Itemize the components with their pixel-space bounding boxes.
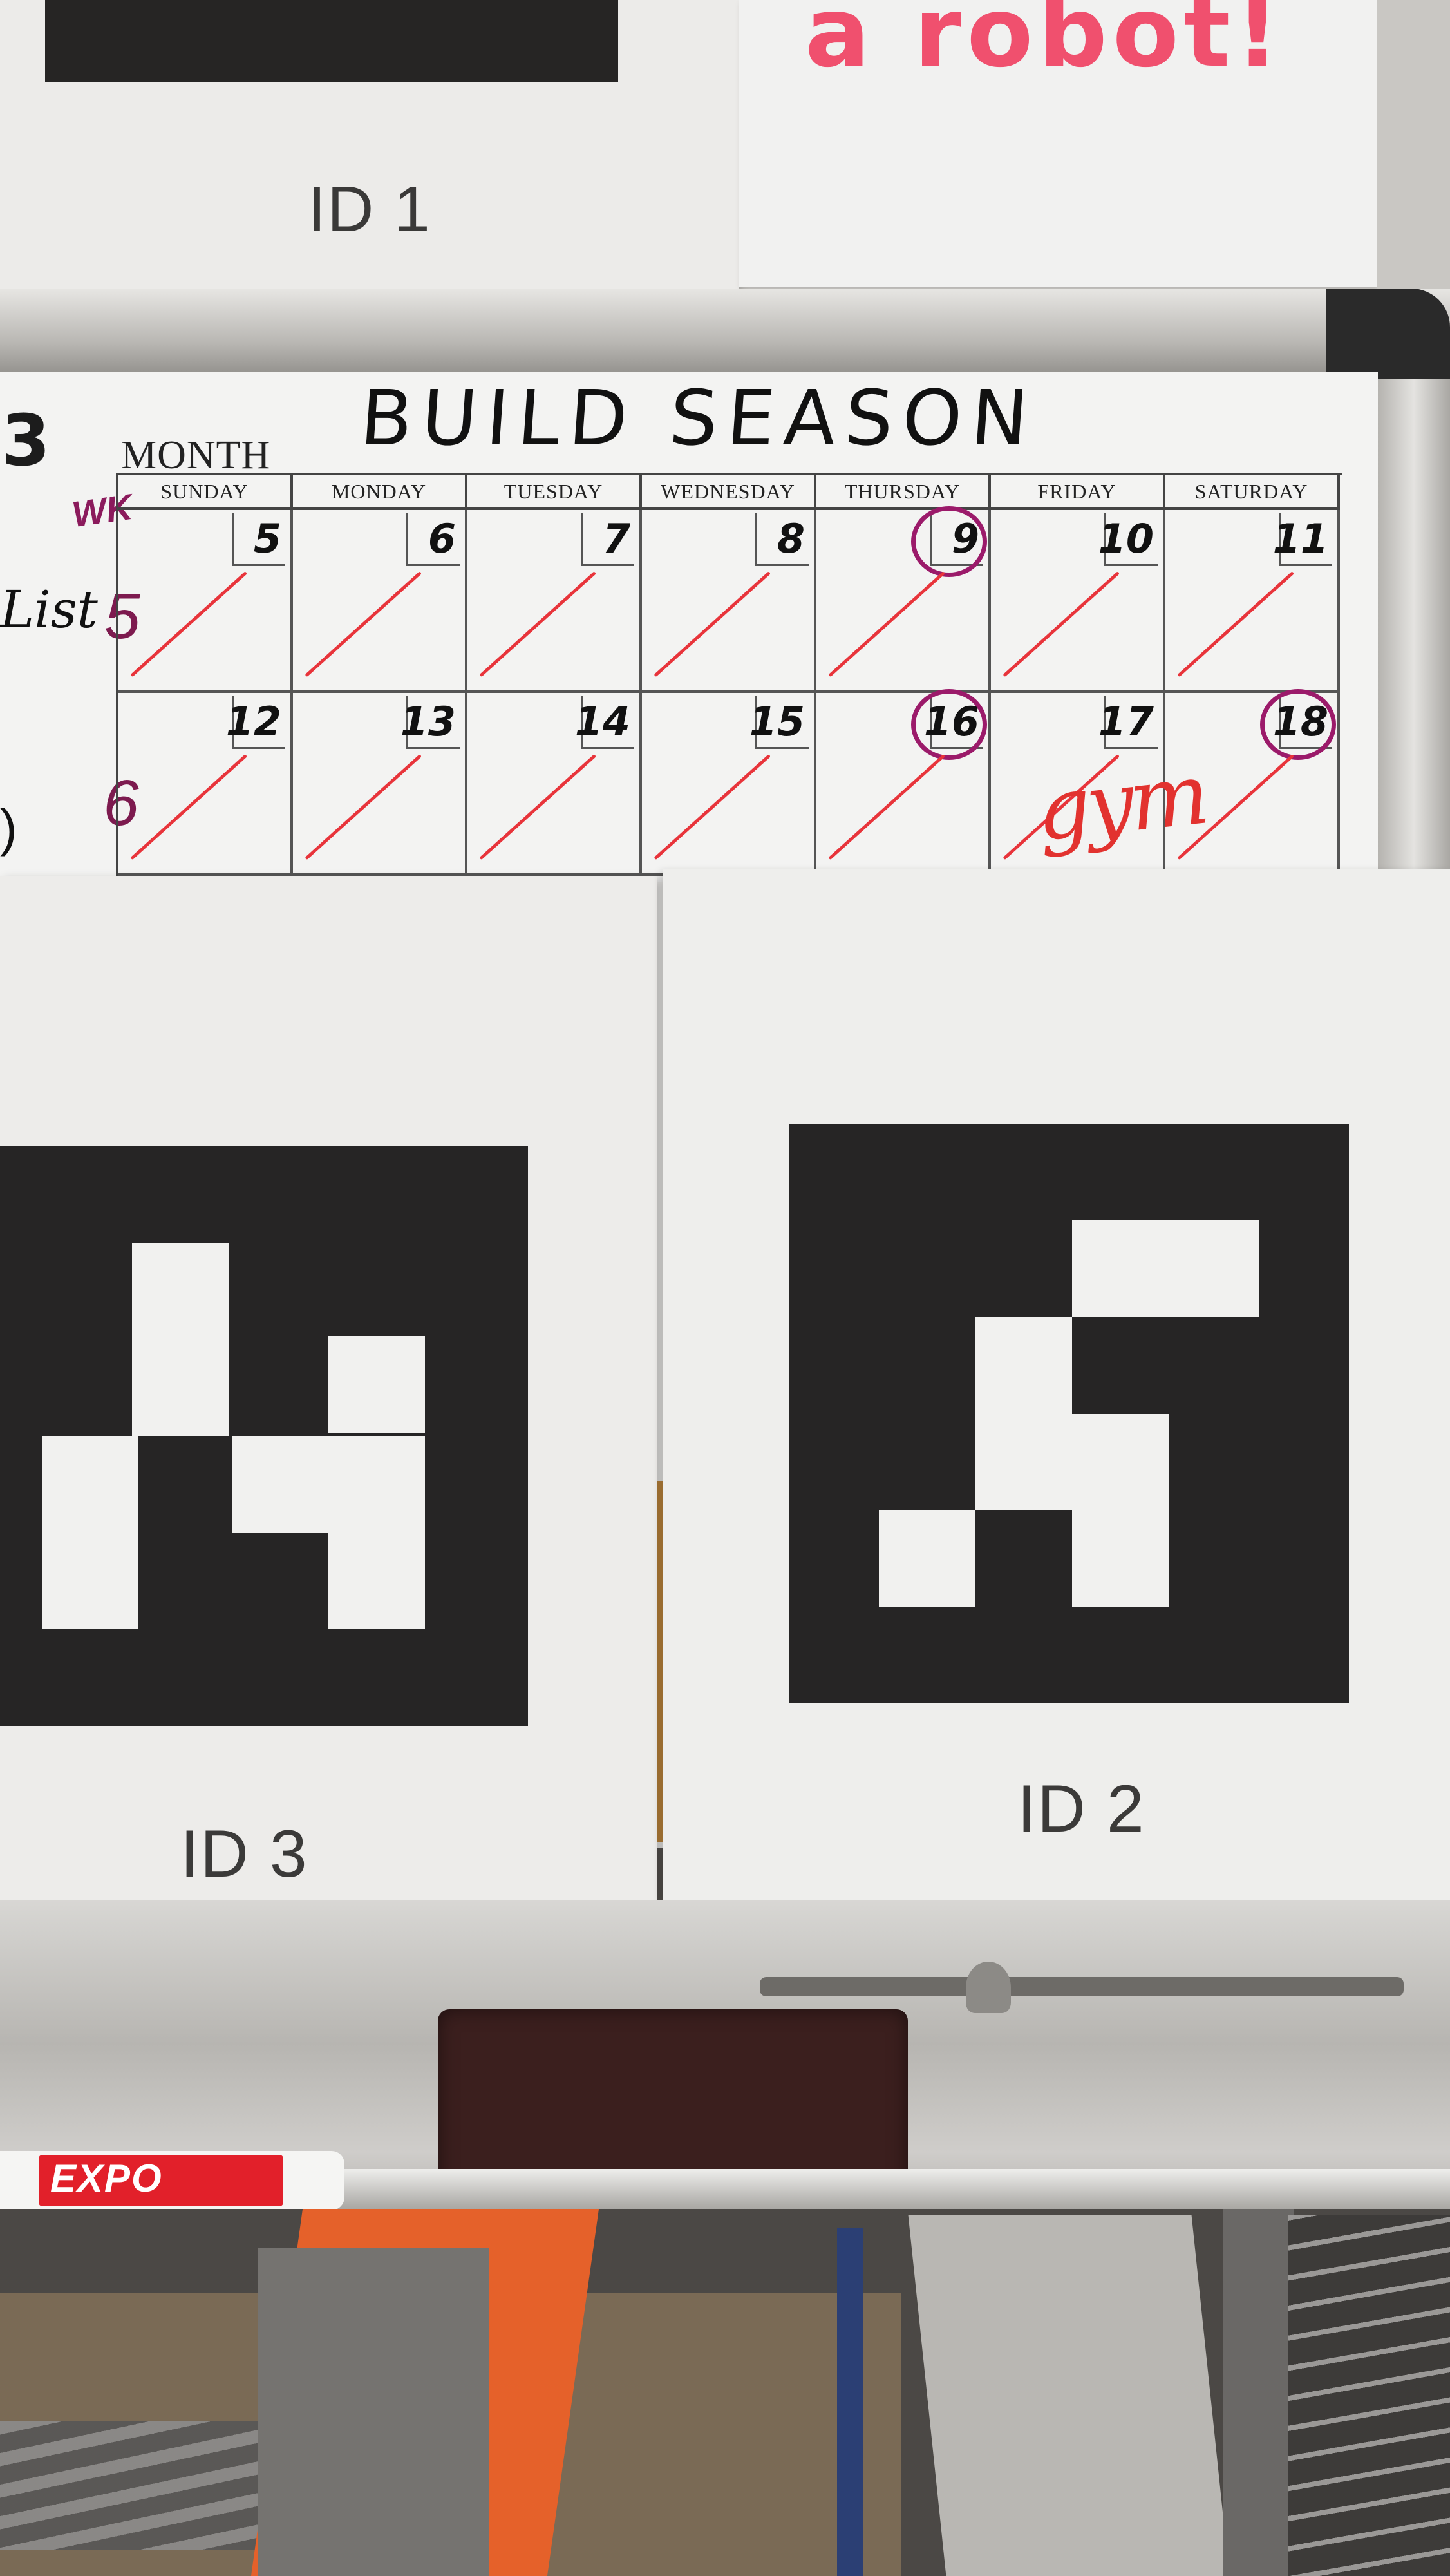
day-header: SUNDAY [118,475,293,510]
whiteboard-eraser [438,2009,908,2196]
date-number: 6 [428,515,456,562]
day-header: MONDAY [293,475,467,510]
day-done-slash [1177,571,1295,677]
calendar-header: SUNDAY MONDAY TUESDAY WEDNESDAY THURSDAY… [118,475,1342,510]
calendar-day-cell: 9 [816,506,991,693]
id3-label: ID 3 [180,1817,308,1891]
wingnut [966,1962,1011,2013]
calendar-day-cell: 16 [816,689,991,876]
stray-mark: ) [0,799,17,857]
apriltag-id2-pattern [789,1124,1349,1703]
day-done-slash [130,571,248,677]
gym-note: gym [1031,744,1210,860]
date-number: 13 [400,698,456,745]
calendar-week-row: 5 6 7 8 9 10 11 [118,506,1342,693]
apriltag-id1-pattern [45,0,618,82]
month-label: MONTH [121,433,271,477]
apriltag-id3-pattern [0,1146,528,1726]
calendar-day-cell: 5 [118,510,293,693]
robot-sign-paper: a robot! [739,0,1377,287]
day-header: WEDNESDAY [642,475,816,510]
marker-brand-text: EXPO [50,2157,163,2200]
tray-slot [760,1977,1404,1996]
date-circle-mark [911,689,987,760]
day-header: SATURDAY [1165,475,1340,510]
calendar-day-cell: 14 [467,693,642,876]
date-circle-mark [911,506,987,577]
day-done-slash [305,754,422,860]
day-done-slash [479,571,597,677]
date-number: 17 [1098,698,1154,745]
date-number: 7 [602,515,630,562]
date-number: 11 [1272,515,1328,562]
blue-pole [837,2228,863,2576]
easel-leg-left [258,2248,489,2576]
metal-pole [1223,2209,1294,2576]
date-number: 14 [574,698,630,745]
day-done-slash [305,571,422,677]
date-number: 10 [1098,515,1154,562]
day-done-slash [828,571,946,677]
calendar-day-cell: 15 [642,693,816,876]
apriltag-paper-id1: ID 1 [0,0,739,298]
calendar-day-cell: 8 [642,510,816,693]
calendar-day-cell: 13 [293,693,467,876]
day-done-slash [479,754,597,860]
id2-label: ID 2 [1017,1772,1145,1846]
date-number: 5 [253,515,281,562]
whiteboard-right-rail [1378,379,1450,881]
day-done-slash [130,754,248,860]
calendar-day-cell: 7 [467,510,642,693]
calendar-day-cell: 11 [1165,510,1340,693]
day-header: TUESDAY [467,475,642,510]
robot-sign-text: a robot! [805,0,1285,89]
apriltag-paper-id3: ID 3 [0,876,657,1919]
date-number: 15 [749,698,805,745]
day-done-slash [1003,571,1120,677]
year-fragment: .3 [0,399,51,482]
easel-leg-right [908,2215,1230,2576]
day-header: THURSDAY [816,475,991,510]
day-done-slash [654,754,771,860]
apriltag-paper-id2: ID 2 [663,869,1450,1900]
calendar-day-cell: 6 [293,510,467,693]
date-number: 8 [777,515,805,562]
wire-rack [1288,2215,1450,2576]
day-done-slash [828,754,946,860]
day-done-slash [654,571,771,677]
whiteboard-frame [0,289,1450,379]
calendar-day-cell: 12 [118,693,293,876]
date-circle-mark [1260,689,1336,760]
list-label: List [0,580,98,639]
right-frame [1377,0,1450,290]
id1-label: ID 1 [308,173,431,245]
build-season-title: BUILD SEASON [357,374,1040,462]
date-number: 12 [225,698,281,745]
day-header: FRIDAY [991,475,1165,510]
calendar-day-cell: 10 [991,510,1165,693]
